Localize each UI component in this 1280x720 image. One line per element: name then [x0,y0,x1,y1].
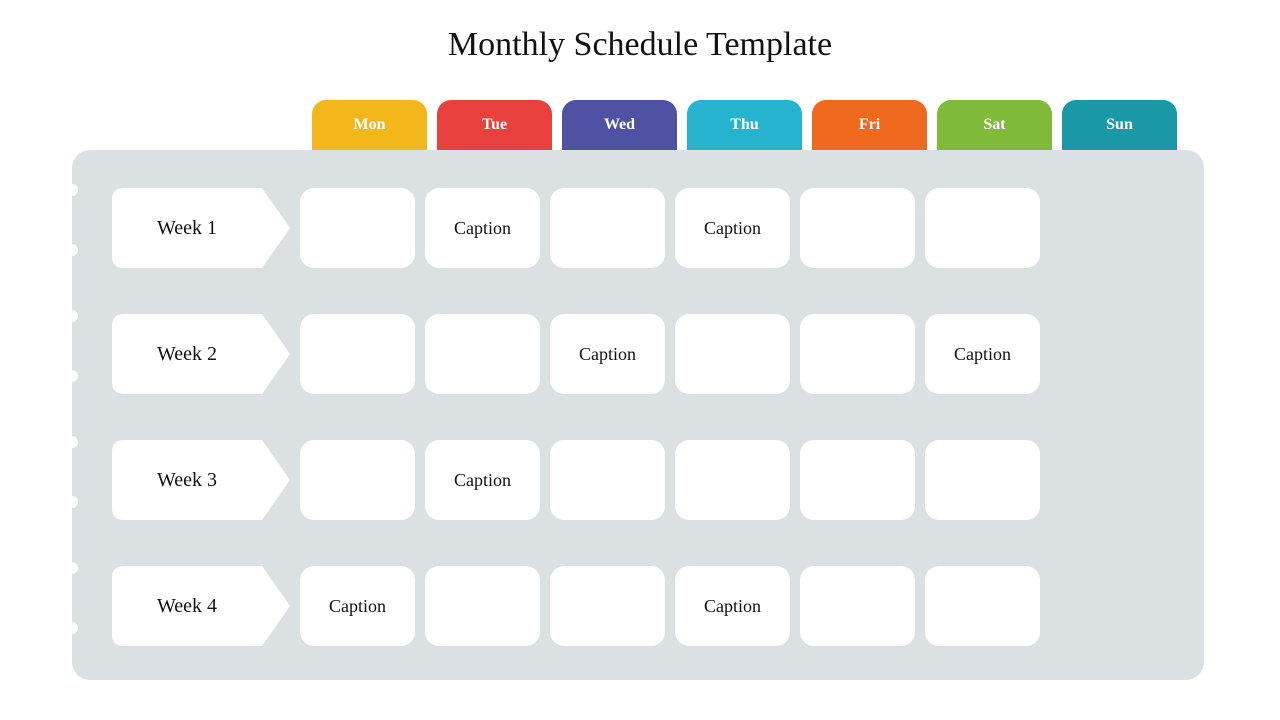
day-tab-tue: Tue [437,100,552,150]
binding-hole [66,496,78,508]
schedule-cell [925,566,1040,646]
week-cells: Caption Caption [300,314,1040,394]
day-tab-mon: Mon [312,100,427,150]
schedule-cell [800,314,915,394]
schedule-cell: Caption [675,566,790,646]
schedule-cell: Caption [550,314,665,394]
week-row: Week 4 Caption Caption [112,566,1192,646]
week-row: Week 1 Caption Caption [112,188,1192,268]
week-row: Week 2 Caption Caption [112,314,1192,394]
schedule-cell [800,566,915,646]
week-cells: Caption Caption [300,566,1040,646]
week-label-text: Week 2 [112,314,262,394]
schedule-board: Week 1CaptionCaptionWeek 2CaptionCaption… [72,150,1204,680]
day-tab-thu: Thu [687,100,802,150]
schedule-cell [425,566,540,646]
schedule-cell [675,440,790,520]
schedule-cell [425,314,540,394]
week-label-arrow: Week 3 [112,440,290,520]
week-label-arrow: Week 2 [112,314,290,394]
week-cells: Caption Caption [300,188,1040,268]
week-cells: Caption [300,440,1040,520]
week-label-text: Week 1 [112,188,262,268]
schedule-cell [300,440,415,520]
schedule-cell [550,188,665,268]
day-tab-wed: Wed [562,100,677,150]
schedule-cell: Caption [925,314,1040,394]
week-label-arrow: Week 4 [112,566,290,646]
week-label-arrow: Week 1 [112,188,290,268]
schedule-cell [925,188,1040,268]
day-tab-fri: Fri [812,100,927,150]
schedule-cell [550,440,665,520]
schedule-grid: Week 1CaptionCaptionWeek 2CaptionCaption… [112,188,1192,692]
schedule-cell: Caption [675,188,790,268]
binding-hole [66,184,78,196]
binding-hole [66,370,78,382]
binding-hole [66,244,78,256]
binding-hole [66,310,78,322]
page-title: Monthly Schedule Template [0,0,1280,64]
schedule-cell [550,566,665,646]
schedule-cell [800,440,915,520]
binding-hole [66,562,78,574]
schedule-cell: Caption [425,440,540,520]
week-label-text: Week 4 [112,566,262,646]
schedule-cell [800,188,915,268]
schedule-cell [300,188,415,268]
schedule-cell [675,314,790,394]
schedule-cell: Caption [425,188,540,268]
day-header-row: MonTueWedThuFriSatSun [312,100,1177,150]
schedule-cell [300,314,415,394]
week-label-text: Week 3 [112,440,262,520]
binding-hole [66,622,78,634]
day-tab-sun: Sun [1062,100,1177,150]
day-tab-sat: Sat [937,100,1052,150]
schedule-cell [925,440,1040,520]
week-row: Week 3 Caption [112,440,1192,520]
binding-hole [66,436,78,448]
schedule-cell: Caption [300,566,415,646]
